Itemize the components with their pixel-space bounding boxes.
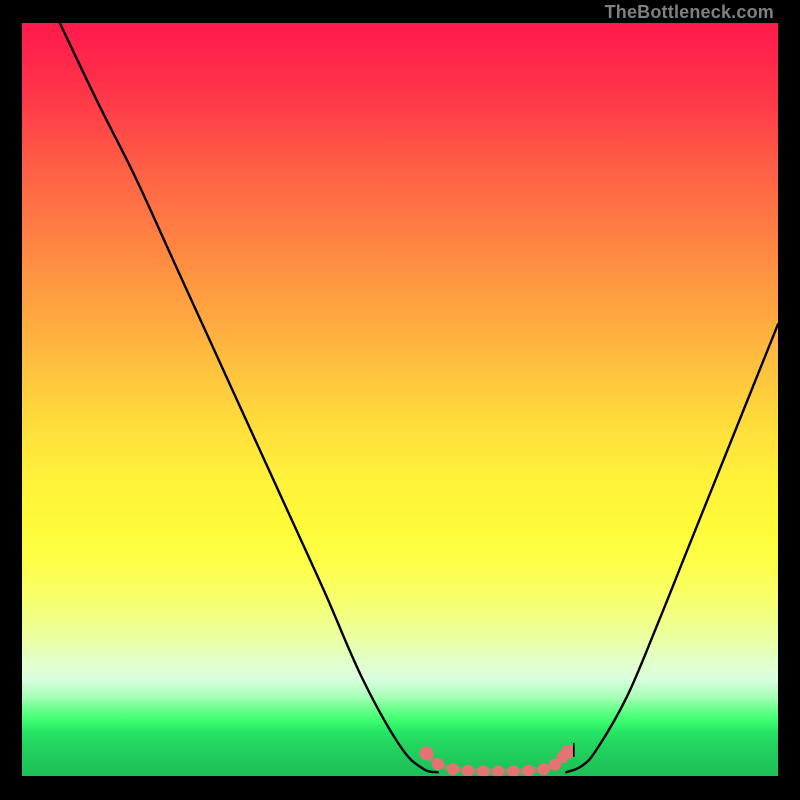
valley-marker	[561, 745, 575, 759]
valley-marker	[538, 763, 550, 775]
valley-marker	[477, 765, 489, 776]
valley-marker	[523, 765, 535, 776]
attribution-text: TheBottleneck.com	[605, 2, 774, 23]
valley-marker	[432, 758, 444, 770]
curve-right-curve	[566, 324, 778, 772]
valley-marker	[492, 765, 504, 776]
valley-marker	[462, 765, 474, 776]
plot-area	[22, 23, 778, 776]
valley-marker	[507, 765, 519, 776]
curve-left-curve	[60, 23, 438, 772]
curve-layer	[22, 23, 778, 776]
valley-marker	[447, 763, 459, 775]
valley-marker	[419, 746, 433, 760]
chart-frame: TheBottleneck.com	[0, 0, 800, 800]
